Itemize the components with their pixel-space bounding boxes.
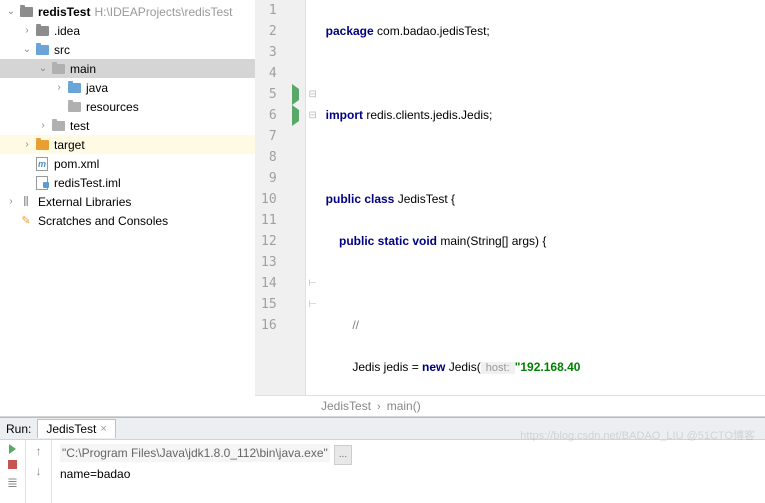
folder-icon xyxy=(50,61,66,77)
code-editor[interactable]: 12345678910111213141516 ⊟⊟ ⊢⊢ package com… xyxy=(255,0,765,416)
folder-icon xyxy=(18,4,34,20)
chevron-down-icon[interactable]: ⌄ xyxy=(4,6,18,17)
folder-icon xyxy=(34,23,50,39)
fold-icon[interactable]: ⊟ xyxy=(306,84,320,105)
folder-icon xyxy=(34,137,50,153)
line-numbers: 12345678910111213141516 xyxy=(255,0,287,395)
console-toolbar: ↑ ↓ xyxy=(26,440,52,503)
chevron-down-icon[interactable]: ⌄ xyxy=(20,44,34,55)
tree-item-label: src xyxy=(54,43,70,57)
tree-item-target[interactable]: › target xyxy=(0,135,255,154)
folder-icon xyxy=(34,42,50,58)
down-icon[interactable]: ↓ xyxy=(36,464,42,478)
tree-item-.idea[interactable]: › .idea xyxy=(0,21,255,40)
tree-item-test[interactable]: › test xyxy=(0,116,255,135)
chevron-right-icon[interactable]: › xyxy=(4,196,18,207)
tree-root[interactable]: ⌄ redisTest H:\IDEAProjects\redisTest xyxy=(0,2,255,21)
run-gutter[interactable] xyxy=(287,0,305,395)
iml-icon xyxy=(34,175,50,191)
scratch-icon: ✎ xyxy=(18,213,34,229)
tree-item-label: pom.xml xyxy=(54,157,99,171)
chevron-down-icon[interactable]: ⌄ xyxy=(36,63,50,74)
console-line: name=badao xyxy=(60,465,757,483)
library-icon: ⫴ xyxy=(18,194,34,210)
chevron-right-icon[interactable]: › xyxy=(36,120,50,131)
run-label: Run: xyxy=(6,422,31,436)
run-line-icon[interactable] xyxy=(292,84,299,105)
tree-item-src[interactable]: ⌄ src xyxy=(0,40,255,59)
tree-item-resources[interactable]: ›resources xyxy=(0,97,255,116)
console-cmd: "C:\Program Files\Java\jdk1.8.0_112\bin\… xyxy=(60,444,330,462)
folder-icon xyxy=(50,118,66,134)
fold-column[interactable]: ⊟⊟ ⊢⊢ xyxy=(306,0,320,395)
folder-icon xyxy=(66,99,82,115)
tree-item-label: test xyxy=(70,119,89,133)
tree-item-label: .idea xyxy=(54,24,80,38)
up-icon[interactable]: ↑ xyxy=(36,444,42,458)
fold-icon[interactable]: ⊟ xyxy=(306,105,320,126)
folder-icon xyxy=(66,80,82,96)
breadcrumb[interactable]: JedisTest›main() xyxy=(255,395,765,416)
code-content[interactable]: package com.badao.jedisTest; import redi… xyxy=(320,0,765,395)
root-name: redisTest xyxy=(38,5,90,19)
run-line-icon[interactable] xyxy=(292,105,299,126)
breadcrumb-class[interactable]: JedisTest xyxy=(315,399,377,413)
stop-icon[interactable] xyxy=(8,460,17,469)
chevron-right-icon[interactable]: › xyxy=(52,82,66,93)
fold-icon[interactable]: ⊢ xyxy=(306,294,320,315)
console-output[interactable]: "C:\Program Files\Java\jdk1.8.0_112\bin\… xyxy=(52,440,765,503)
fold-icon[interactable]: ⊢ xyxy=(306,273,320,294)
tree-item-label: main xyxy=(70,62,96,76)
run-panel: Run: JedisTest × ≣ ↑ ↓ "C:\Program Files… xyxy=(0,417,765,503)
rerun-icon[interactable] xyxy=(9,444,16,454)
tree-item-label: redisTest.iml xyxy=(54,176,121,190)
run-toolbar: ≣ xyxy=(0,440,26,503)
tree-item-pom.xml[interactable]: ›mpom.xml xyxy=(0,154,255,173)
close-icon[interactable]: × xyxy=(100,423,106,435)
tree-item-label: target xyxy=(54,138,85,152)
tree-item-main[interactable]: ⌄ main xyxy=(0,59,255,78)
gutter[interactable]: 12345678910111213141516 xyxy=(255,0,306,395)
tree-item-label: resources xyxy=(86,100,139,114)
chevron-right-icon[interactable]: › xyxy=(20,139,34,150)
tree-item-redisTest.iml[interactable]: ›redisTest.iml xyxy=(0,173,255,192)
run-tab[interactable]: JedisTest × xyxy=(37,419,115,438)
breadcrumb-method[interactable]: main() xyxy=(381,399,427,413)
chevron-right-icon[interactable]: › xyxy=(20,25,34,36)
maven-icon: m xyxy=(34,156,50,172)
tree-item-label: java xyxy=(86,81,108,95)
root-path: H:\IDEAProjects\redisTest xyxy=(94,5,232,19)
expand-icon[interactable]: ... xyxy=(334,445,352,465)
layout-icon[interactable]: ≣ xyxy=(7,475,18,491)
tree-item-java[interactable]: › java xyxy=(0,78,255,97)
scratches[interactable]: · ✎ Scratches and Consoles xyxy=(0,211,255,230)
external-libraries[interactable]: › ⫴ External Libraries xyxy=(0,192,255,211)
project-tree[interactable]: ⌄ redisTest H:\IDEAProjects\redisTest ›.… xyxy=(0,0,255,416)
